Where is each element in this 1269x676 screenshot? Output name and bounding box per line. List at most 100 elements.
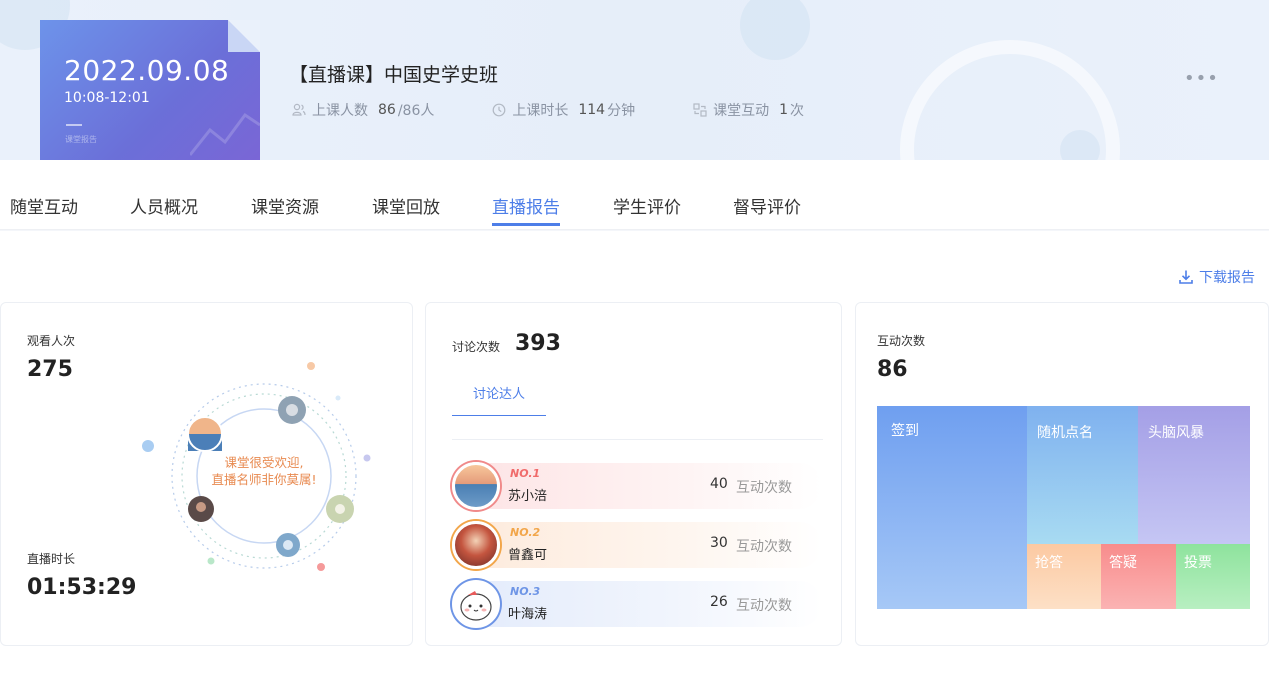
stat-duration-unit: 分钟 [607, 103, 636, 119]
treemap-label: 投票 [1184, 555, 1212, 571]
tab-bar: 随堂互动 人员概况 课堂资源 课堂回放 直播报告 学生评价 督导评价 [0, 160, 1269, 230]
avatar [452, 462, 500, 510]
stat-attendance-value: 86 [378, 102, 396, 118]
avatar-photo [326, 495, 354, 523]
subtab-label: 讨论达人 [472, 387, 525, 402]
rank-count-label: 互动次数 [736, 598, 792, 614]
stat-duration-label: 上课时长 [512, 103, 569, 119]
avatar-photo [188, 496, 214, 522]
rank-count: 30 [710, 535, 728, 551]
interaction-panel: 互动次数 86 签到 随机点名 头脑风暴 抢答 答疑 投票 [855, 302, 1269, 646]
tab-label: 人员概况 [130, 198, 198, 218]
chart-decor-icon [190, 112, 260, 156]
stat-attendance-label: 上课人数 [312, 103, 368, 119]
rank-number: NO.3 [510, 585, 541, 598]
interaction-treemap: 签到 随机点名 头脑风暴 抢答 答疑 投票 [877, 406, 1250, 609]
rank-name: 曾鑫可 [508, 548, 548, 563]
rank-item-1[interactable]: NO.1 苏小涪 40 互动次数 [452, 462, 822, 510]
discussion-count-value: 393 [515, 331, 561, 356]
watch-stats-panel: 观看人次 275 直播时长 01:53:29 课堂很受欢迎, 直播名师非你莫属! [0, 302, 413, 646]
stat-attendance: 上课人数 86 /86人 [292, 100, 434, 120]
stat-interaction: 课堂互动 1 次 [693, 100, 804, 120]
treemap-label: 答疑 [1109, 555, 1137, 571]
card-label: 课堂报告 [65, 135, 97, 144]
people-icon [292, 103, 306, 116]
tab-student-evaluation[interactable]: 学生评价 [613, 193, 681, 218]
tab-class-resources[interactable]: 课堂资源 [251, 193, 319, 218]
interaction-icon [693, 103, 707, 117]
tab-class-replay[interactable]: 课堂回放 [372, 193, 440, 218]
interaction-count-label: 互动次数 [877, 334, 926, 348]
discussion-count-label: 讨论次数 [452, 340, 501, 354]
stat-interaction-value: 1 [779, 102, 789, 118]
tab-label: 直播报告 [492, 198, 560, 218]
tab-label: 学生评价 [613, 198, 681, 218]
live-duration-label: 直播时长 [27, 552, 76, 566]
tab-discussion-experts[interactable]: 讨论达人 [452, 383, 546, 416]
avatar-photo [278, 396, 306, 424]
rank-name: 苏小涪 [508, 489, 548, 504]
download-report-label: 下载报告 [1199, 270, 1255, 286]
treemap-label: 随机点名 [1037, 425, 1093, 441]
treemap-cell-brainstorm: 头脑风暴 [1138, 406, 1250, 544]
stat-interaction-unit: 次 [790, 103, 805, 119]
course-banner: 2022.09.08 10:08-12:01 课堂报告 【直播课】中国史学史班 … [0, 0, 1269, 160]
rank-count-label: 互动次数 [736, 480, 792, 496]
rank-count: 26 [710, 594, 728, 610]
rank-name: 叶海涛 [508, 607, 548, 622]
course-time: 10:08-12:01 [64, 90, 150, 106]
live-duration-value: 01:53:29 [27, 575, 137, 600]
active-tab-underline [492, 223, 560, 226]
tab-people-overview[interactable]: 人员概况 [130, 193, 198, 218]
course-stats: 上课人数 86 /86人 上课时长 114 分钟 课堂互动 1 次 [292, 100, 862, 120]
welcome-line-2: 直播名师非你莫属! [211, 472, 317, 487]
interaction-count-value: 86 [877, 357, 908, 382]
discussion-panel: 讨论次数 393 讨论达人 NO.1 苏小涪 40 互动次数 NO.2 曾鑫可 … [425, 302, 842, 646]
rank-number: NO.1 [510, 467, 541, 480]
stat-interaction-label: 课堂互动 [713, 103, 770, 119]
rank-item-2[interactable]: NO.2 曾鑫可 30 互动次数 [452, 521, 822, 569]
stat-duration-value: 114 [578, 102, 606, 118]
cartoon-avatar-icon [460, 591, 492, 621]
course-date: 2022.09.08 [64, 54, 230, 87]
tab-label: 课堂回放 [372, 198, 440, 218]
download-report-button[interactable]: 下载报告 [1178, 267, 1255, 287]
decor-curve [900, 40, 1120, 160]
rank-number: NO.2 [510, 526, 541, 539]
clock-icon [492, 103, 506, 117]
tab-live-report[interactable]: 直播报告 [492, 193, 560, 226]
avatar-photo [276, 533, 300, 557]
views-label: 观看人次 [27, 334, 76, 348]
download-icon [1179, 270, 1193, 284]
views-value: 275 [27, 357, 73, 382]
rank-count: 40 [710, 476, 728, 492]
tab-label: 随堂互动 [10, 198, 78, 218]
treemap-cell-random-call: 随机点名 [1027, 406, 1138, 544]
rank-count-label: 互动次数 [736, 539, 792, 555]
divider [452, 439, 823, 440]
treemap-label: 抢答 [1035, 555, 1063, 571]
more-menu-icon[interactable]: ••• [1184, 68, 1219, 89]
stat-attendance-total: /86人 [397, 103, 435, 119]
rank-item-3[interactable]: NO.3 叶海涛 26 互动次数 [452, 580, 822, 628]
tab-classroom-interaction[interactable]: 随堂互动 [10, 193, 78, 218]
tab-supervisor-evaluation[interactable]: 督导评价 [733, 193, 801, 218]
avatar-photo [187, 416, 223, 452]
avatar [452, 521, 500, 569]
card-fold [228, 20, 260, 52]
avatar [452, 580, 500, 628]
treemap-cell-signin: 签到 [877, 406, 1027, 609]
treemap-cell-vote: 投票 [1176, 544, 1250, 609]
welcome-message: 课堂很受欢迎, 直播名师非你莫属! [204, 454, 324, 488]
date-card: 2022.09.08 10:08-12:01 课堂报告 [40, 20, 260, 160]
course-title: 【直播课】中国史学史班 [289, 64, 499, 86]
tab-label: 督导评价 [733, 198, 801, 218]
card-divider [66, 124, 82, 126]
treemap-cell-qa: 答疑 [1101, 544, 1176, 609]
decor-bubble [740, 0, 810, 60]
treemap-cell-quick-answer: 抢答 [1027, 544, 1101, 609]
treemap-label: 头脑风暴 [1148, 425, 1204, 441]
treemap-label: 签到 [891, 423, 919, 439]
welcome-line-1: 课堂很受欢迎, [224, 455, 304, 470]
stat-duration: 上课时长 114 分钟 [492, 100, 635, 120]
